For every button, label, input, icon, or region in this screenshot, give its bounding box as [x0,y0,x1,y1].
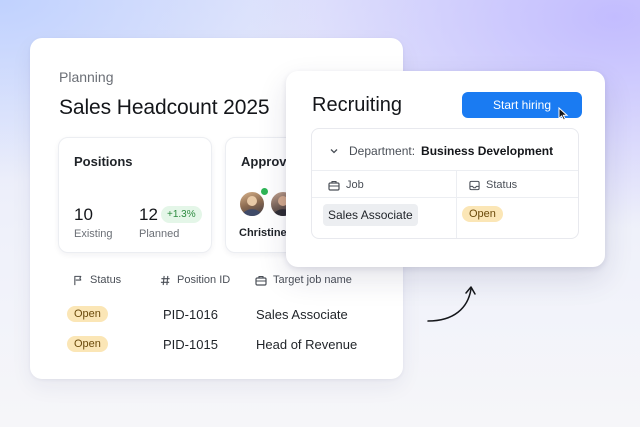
flag-icon [74,275,82,285]
status-badge: Open [462,206,503,222]
existing-count: 10 [74,205,93,224]
planning-label: Planning [59,69,114,85]
online-status-dot [259,186,270,197]
status-badge: Open [67,306,108,322]
column-divider [456,170,457,238]
position-id-cell[interactable]: PID-1016 [163,307,218,322]
curved-arrow-icon [427,286,476,322]
status-badge: Open [67,336,108,352]
briefcase-icon [255,275,267,286]
job-name-header-label: Target job name [273,274,352,286]
recruiting-title: Recruiting [312,94,403,116]
job-name-cell[interactable]: Head of Revenue [256,337,357,352]
inbox-icon [469,180,480,190]
status-column-header[interactable]: Status [469,179,517,191]
positions-title: Positions [74,154,133,169]
status-header-label: Status [90,274,122,286]
planned-label: Planned [139,228,180,240]
planned-count: 12 [139,205,158,224]
hash-icon [160,275,170,285]
approver-name: Christine [239,227,287,239]
recruiting-table: Department: Business Development Job Sta… [311,128,579,239]
cursor-icon [558,107,569,121]
divider [312,197,578,198]
department-key: Department: [349,144,416,158]
existing-label: Existing [74,228,113,240]
position-id-header-label: Position ID [177,274,231,286]
recruiting-card: Recruiting Start hiring Department: Busi… [286,71,605,267]
status-header-label: Status [486,179,518,191]
position-id-cell[interactable]: PID-1015 [163,337,218,352]
job-header-label: Job [346,179,364,191]
department-value: Business Development [421,144,554,158]
delta-badge: +1.3% [161,206,202,223]
briefcase-icon [328,180,340,191]
job-name-column-header[interactable]: Target job name [255,274,352,286]
position-id-column-header[interactable]: Position ID [160,274,230,286]
chevron-down-icon [330,149,338,154]
status-column-header[interactable]: Status [73,274,121,286]
job-column-header[interactable]: Job [328,179,364,191]
divider [312,170,578,171]
department-group-row[interactable]: Department: Business Development [329,144,553,158]
job-name-cell[interactable]: Sales Associate [256,307,348,322]
positions-card[interactable]: Positions 10 Existing 12 Planned +1.3% [58,137,212,253]
page-title: Sales Headcount 2025 [59,96,270,119]
job-chip[interactable]: Sales Associate [323,204,418,226]
